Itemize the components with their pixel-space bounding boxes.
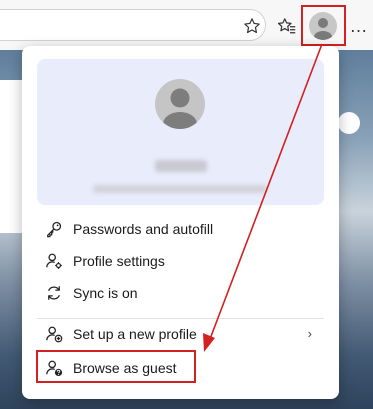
profile-name-redacted (155, 160, 207, 172)
browser-toolbar: … (0, 0, 373, 50)
sync-icon (44, 283, 64, 303)
profile-flyout: Passwords and autofill Profile settings … (22, 46, 339, 399)
star-icon[interactable] (240, 14, 264, 38)
menu-label: Set up a new profile (73, 326, 197, 342)
avatar (155, 79, 205, 129)
profile-settings-icon (44, 251, 64, 271)
menu-passwords-autofill[interactable]: Passwords and autofill (37, 213, 324, 245)
profile-email-redacted (93, 185, 267, 193)
profile-card (37, 59, 324, 205)
profile-icon[interactable] (309, 12, 337, 40)
more-icon[interactable]: … (347, 14, 371, 38)
menu-label: Browse as guest (73, 360, 177, 376)
page-content-fragment (0, 80, 24, 233)
menu-sync-status[interactable]: Sync is on (37, 277, 324, 309)
add-profile-icon (44, 324, 64, 344)
menu-label: Passwords and autofill (73, 221, 214, 237)
chevron-right-icon: › (307, 326, 312, 341)
address-bar[interactable] (0, 9, 266, 41)
guest-icon (44, 358, 64, 378)
menu-setup-new-profile[interactable]: Set up a new profile › (37, 318, 324, 350)
favorites-icon[interactable] (275, 14, 299, 38)
key-icon (44, 219, 64, 239)
page-content-fragment (338, 112, 360, 134)
menu-label: Profile settings (73, 253, 165, 269)
menu-label: Sync is on (73, 285, 138, 301)
menu-profile-settings[interactable]: Profile settings (37, 245, 324, 277)
menu-browse-as-guest[interactable]: Browse as guest (37, 352, 324, 384)
